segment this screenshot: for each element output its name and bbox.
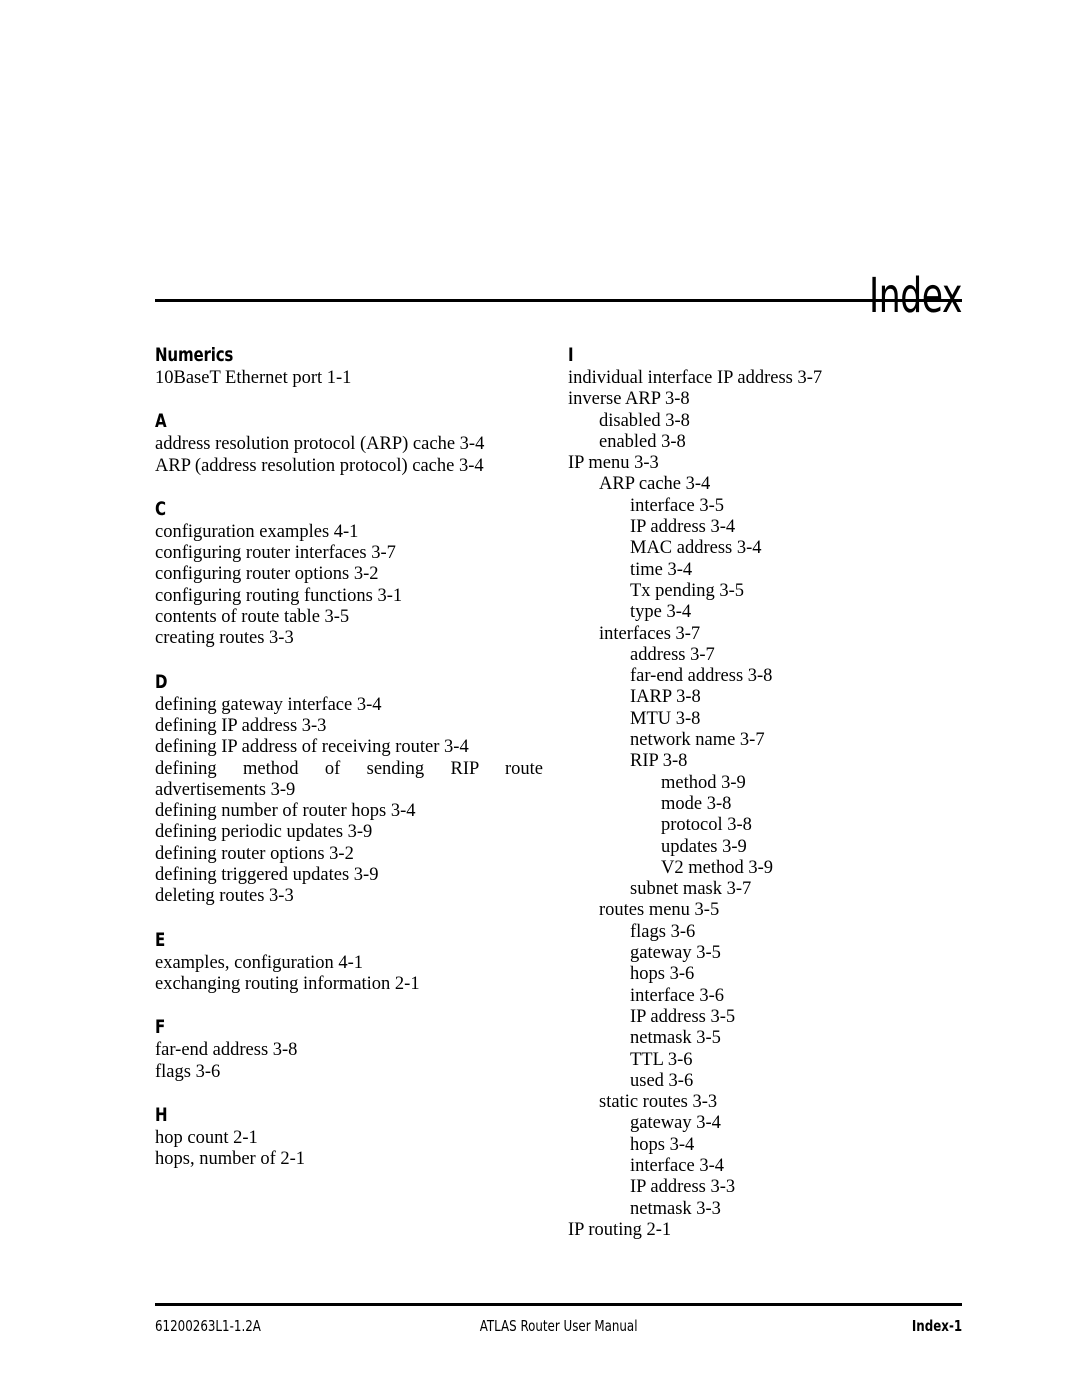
index-entry: creating routes 3-3: [155, 628, 294, 649]
footer-manual-title: ATLAS Router User Manual: [155, 1313, 962, 1339]
index-entry: flags 3-6: [630, 921, 696, 942]
index-letter-heading: I: [568, 344, 574, 366]
footer-rule: [155, 1303, 962, 1306]
index-entry: hop count 2-1: [155, 1127, 258, 1148]
index-entry: flags 3-6: [155, 1061, 221, 1082]
index-entry: defining gateway interface 3-4: [155, 694, 382, 715]
index-entry: TTL 3-6: [630, 1049, 693, 1070]
index-entry: interface 3-6: [630, 985, 724, 1006]
index-entry: defining triggered updates 3-9: [155, 865, 379, 886]
index-group-f: Ffar-end address 3-8 flags 3-6: [155, 1016, 543, 1083]
index-entry: netmask 3-3: [630, 1198, 721, 1219]
index-entry: enabled 3-8: [599, 431, 686, 452]
index-entry: configuration examples 4-1: [155, 521, 359, 542]
index-entry: method 3-9: [661, 772, 746, 793]
index-entry: updates 3-9: [661, 836, 747, 857]
index-entry: individual interface IP address 3-7: [568, 368, 823, 388]
index-entry: interfaces 3-7: [599, 623, 701, 644]
index-entry: far-end address 3-8: [155, 1040, 298, 1061]
index-entry: exchanging routing information 2-1: [155, 973, 420, 994]
index-entry: defining periodic updates 3-9: [155, 822, 373, 843]
index-entry: far-end address 3-8: [630, 666, 773, 687]
index-group-h: Hhop count 2-1 hops, number of 2-1: [155, 1104, 543, 1171]
page-title: Index: [868, 268, 962, 325]
index-entry: subnet mask 3-7: [630, 879, 752, 900]
index-group-a: Aaddress resolution protocol (ARP) cache…: [155, 410, 543, 477]
index-letter-heading: F: [155, 1016, 166, 1039]
index-entry: hops 3-4: [630, 1134, 695, 1155]
index-entry: interface 3-4: [630, 1155, 724, 1176]
footer-page-label: Index-1: [911, 1317, 962, 1335]
index-entry: defining IP address 3-3: [155, 715, 327, 736]
index-group-numerics: Numerics 10BaseT Ethernet port 1-1: [155, 344, 543, 389]
index-letter-heading: E: [155, 928, 166, 951]
footer-manual-title-text: ATLAS Router User Manual: [479, 1317, 638, 1335]
index-entry: IP routing 2-1: [568, 1219, 672, 1240]
index-entry: IP menu 3-3: [568, 453, 659, 474]
index-entry: defining method of sending RIP route adv…: [155, 758, 543, 800]
page-footer: 61200263L1-1.2A ATLAS Router User Manual…: [155, 1313, 962, 1339]
index-entry: IP address 3-5: [630, 1006, 736, 1027]
index-entry: static routes 3-3: [599, 1092, 718, 1113]
index-entry: routes menu 3-5: [599, 900, 720, 921]
index-entry: hops 3-6: [630, 964, 695, 985]
index-entry: mode 3-8: [661, 793, 732, 814]
index-column-right: Iindividual interface IP address 3-7 inve…: [568, 344, 962, 1241]
index-column-left: Numerics 10BaseT Ethernet port 1-1 Aaddres…: [155, 344, 543, 1170]
index-entry: contents of route table 3-5: [155, 607, 350, 628]
index-entry: inverse ARP 3-8: [568, 389, 690, 410]
index-entry: MTU 3-8: [630, 708, 701, 729]
header-rule: [155, 299, 962, 302]
index-group-c: Cconfiguration examples 4-1 configuring r…: [155, 498, 543, 650]
index-entry: IP address 3-3: [630, 1177, 736, 1198]
index-entry: protocol 3-8: [661, 815, 752, 836]
index-entry: disabled 3-8: [599, 410, 690, 431]
index-group-i: Iindividual interface IP address 3-7 inve…: [568, 344, 962, 1241]
index-entry: configuring router options 3-2: [155, 564, 379, 585]
index-entry: address resolution protocol (ARP) cache …: [155, 434, 485, 455]
index-group-d: Ddefining gateway interface 3-4 defining …: [155, 671, 543, 908]
index-entry: type 3-4: [630, 602, 692, 623]
index-entry: gateway 3-5: [630, 943, 721, 964]
index-entry: V2 method 3-9: [661, 857, 774, 878]
index-entry: hops, number of 2-1: [155, 1149, 306, 1170]
index-entry: gateway 3-4: [630, 1113, 721, 1134]
index-letter-heading: Numerics: [155, 344, 234, 366]
index-entry: network name 3-7: [630, 730, 765, 751]
index-entry: configuring router interfaces 3-7: [155, 543, 396, 564]
index-page: Index Numerics 10BaseT Ethernet port 1-1 A…: [0, 0, 1080, 1397]
index-entry: IARP 3-8: [630, 687, 701, 708]
index-entry: RIP 3-8: [630, 751, 688, 772]
index-letter-heading: C: [155, 497, 166, 520]
index-group-e: Eexamples, configuration 4-1 exchanging r…: [155, 929, 543, 996]
index-entry: ARP cache 3-4: [599, 474, 711, 495]
index-letter-heading: A: [155, 410, 167, 433]
index-letter-heading: H: [155, 1103, 168, 1126]
index-entry: time 3-4: [630, 559, 693, 580]
index-entry: defining router options 3-2: [155, 843, 354, 864]
index-entry: deleting routes 3-3: [155, 886, 294, 907]
index-entry: Tx pending 3-5: [630, 580, 745, 601]
index-entry: interface 3-5: [630, 495, 724, 516]
index-entry: defining number of router hops 3-4: [155, 801, 416, 822]
index-entry: configuring routing functions 3-1: [155, 585, 403, 606]
index-entry: netmask 3-5: [630, 1028, 721, 1049]
index-entry: ARP (address resolution protocol) cache …: [155, 455, 484, 476]
index-entry: address 3-7: [630, 644, 715, 665]
index-letter-heading: D: [155, 670, 168, 693]
index-entry: defining IP address of receiving router …: [155, 737, 469, 758]
index-entry: IP address 3-4: [630, 517, 736, 538]
index-entry: MAC address 3-4: [630, 538, 762, 559]
index-entry: 10BaseT Ethernet port 1-1: [155, 368, 352, 388]
index-entry: used 3-6: [630, 1070, 694, 1091]
index-entry: examples, configuration 4-1: [155, 952, 364, 973]
